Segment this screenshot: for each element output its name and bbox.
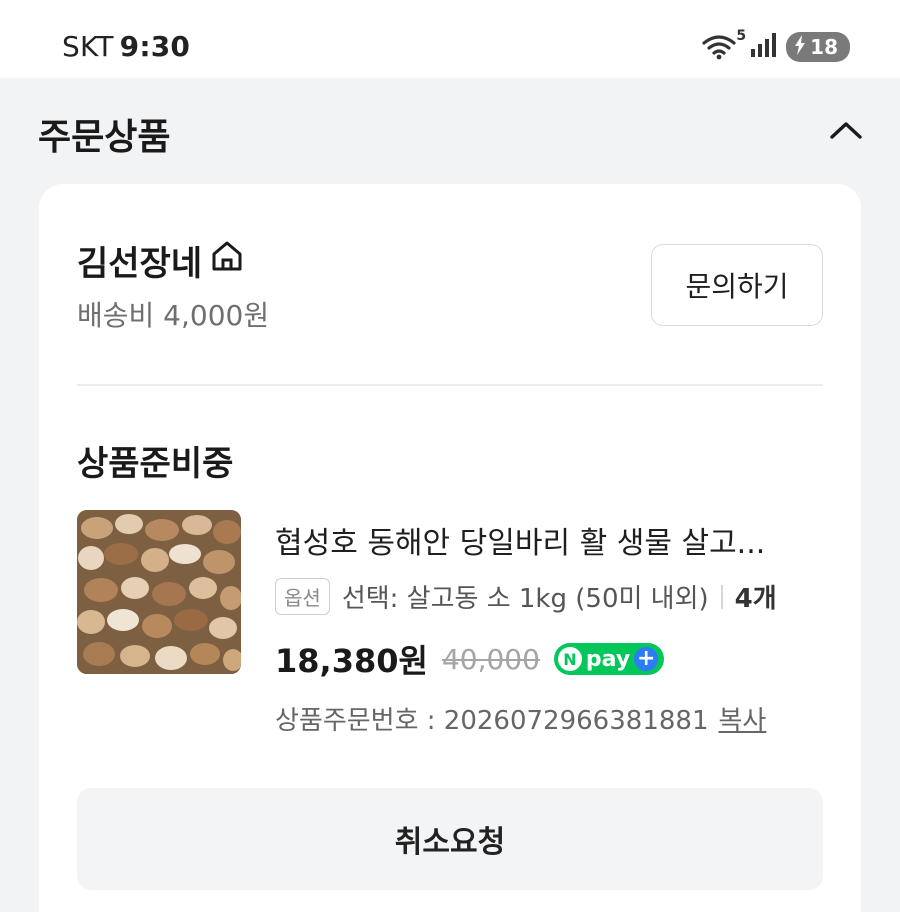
carrier-label: SKT	[62, 30, 114, 63]
plus-icon: +	[634, 647, 659, 671]
status-left: SKT 9:30	[62, 30, 190, 63]
status-right: 5 18	[702, 28, 850, 62]
option-text: 선택: 살고동 소 1kg (50미 내외)	[341, 584, 709, 614]
order-status: 상품준비중	[77, 444, 234, 484]
status-bar: SKT 9:30 5 18	[0, 0, 900, 78]
order-number-row: 상품주문번호 : 2026072966381881 복사	[275, 700, 766, 737]
npay-plus-badge: N pay +	[553, 643, 665, 675]
battery-indicator: 18	[786, 32, 850, 62]
npay-label: pay	[585, 646, 631, 672]
home-icon	[210, 240, 244, 281]
divider	[77, 384, 823, 386]
product-thumbnail[interactable]	[77, 510, 241, 674]
quantity: 4개	[734, 584, 777, 614]
sale-price: 18,380원	[275, 642, 428, 680]
chevron-up-icon	[829, 120, 863, 144]
shipping-fee: 배송비 4,000원	[77, 299, 270, 332]
copy-order-number-link[interactable]: 복사	[718, 700, 766, 737]
wifi-badge: 5	[736, 28, 747, 44]
order-number: 상품주문번호 : 2026072966381881	[275, 706, 709, 736]
section-title: 주문상품	[38, 117, 171, 158]
option-separator	[720, 584, 723, 609]
battery-charging-icon	[794, 34, 806, 60]
collapse-button[interactable]	[826, 112, 866, 152]
cancel-request-button[interactable]: 취소요청	[77, 788, 823, 890]
original-price: 40,000	[441, 642, 540, 676]
seller-store-link[interactable]: 김선장네	[77, 236, 244, 285]
npay-n-icon: N	[557, 647, 582, 671]
option-row: 옵션 선택: 살고동 소 1kg (50미 내외) 4개	[275, 578, 835, 615]
order-card: 김선장네 배송비 4,000원 문의하기 상품준비중 협성호 동해안 당일바리 …	[39, 184, 861, 912]
product-title[interactable]: 협성호 동해안 당일바리 활 생물 살고...	[275, 518, 825, 562]
seller-name: 김선장네	[77, 244, 203, 284]
option-tag: 옵션	[275, 578, 330, 615]
battery-level: 18	[810, 35, 838, 59]
clock: 9:30	[119, 30, 191, 63]
price-row: 18,380원 40,000 N pay +	[275, 636, 665, 682]
wifi-icon: 5	[702, 28, 746, 60]
signal-icon	[750, 33, 777, 61]
inquiry-button[interactable]: 문의하기	[651, 244, 823, 326]
